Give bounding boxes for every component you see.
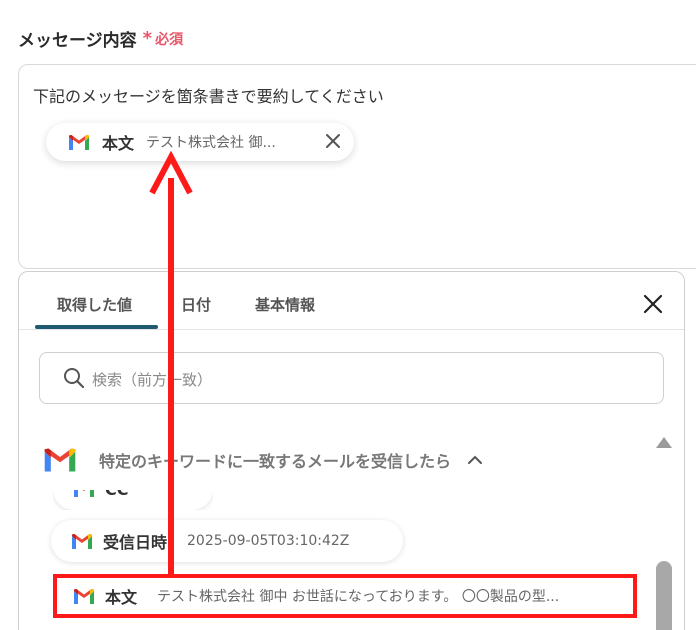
search-icon	[64, 368, 85, 389]
scroll-up-arrow-icon[interactable]	[655, 435, 673, 449]
message-text: 下記のメッセージを箇条書きで要約してください	[33, 87, 384, 106]
chevron-up-icon[interactable]	[467, 454, 483, 466]
required-text: 必須	[155, 31, 184, 48]
close-icon[interactable]	[642, 293, 664, 315]
highlight-annotation	[53, 574, 637, 618]
gmail-icon	[69, 134, 89, 150]
group-header[interactable]: 特定のキーワードに一致するメールを受信したら	[43, 447, 483, 473]
gmail-icon	[72, 533, 92, 549]
list-item-title: CC	[105, 479, 129, 499]
group-title: 特定のキーワードに一致するメールを受信したら	[99, 452, 452, 471]
tab-bar: 取得した値 日付 基本情報	[19, 272, 684, 330]
list-item-received-datetime[interactable]: 受信日時 2025-09-05T03:10:42Z	[51, 520, 403, 562]
list-item-cc[interactable]: CC	[53, 479, 213, 510]
variable-chip-body[interactable]: 本文 テスト株式会社 御...	[46, 123, 354, 161]
tab-basic-info[interactable]: 基本情報	[255, 294, 315, 315]
search-placeholder: 検索（前方一致）	[92, 371, 213, 389]
close-icon[interactable]	[324, 132, 342, 150]
list-item-title: 受信日時	[103, 533, 168, 552]
page: メッセージ内容 * 必須 下記のメッセージを箇条書きで要約してください 本文 テ…	[0, 0, 696, 630]
field-label-text: メッセージ内容	[18, 31, 137, 51]
field-label: メッセージ内容 * 必須	[18, 26, 183, 51]
gmail-icon	[44, 448, 76, 472]
required-asterisk: *	[142, 28, 153, 49]
scrollbar-thumb[interactable]	[656, 561, 672, 630]
list-item-value: 2025-09-05T03:10:42Z	[187, 533, 350, 549]
tab-obtained-values[interactable]: 取得した値	[57, 294, 132, 315]
message-textarea[interactable]: 下記のメッセージを箇条書きで要約してください 本文 テスト株式会社 御...	[18, 64, 696, 269]
active-tab-indicator	[35, 325, 158, 329]
gmail-icon	[74, 490, 94, 497]
search-input[interactable]: 検索（前方一致）	[39, 352, 664, 404]
value-picker-panel: 取得した値 日付 基本情報 検索（前方一致） 特定のキーワードに一致するメールを…	[18, 271, 685, 630]
chip-title: 本文	[102, 134, 135, 153]
chip-value: テスト株式会社 御...	[146, 135, 276, 151]
tab-date[interactable]: 日付	[181, 294, 211, 315]
